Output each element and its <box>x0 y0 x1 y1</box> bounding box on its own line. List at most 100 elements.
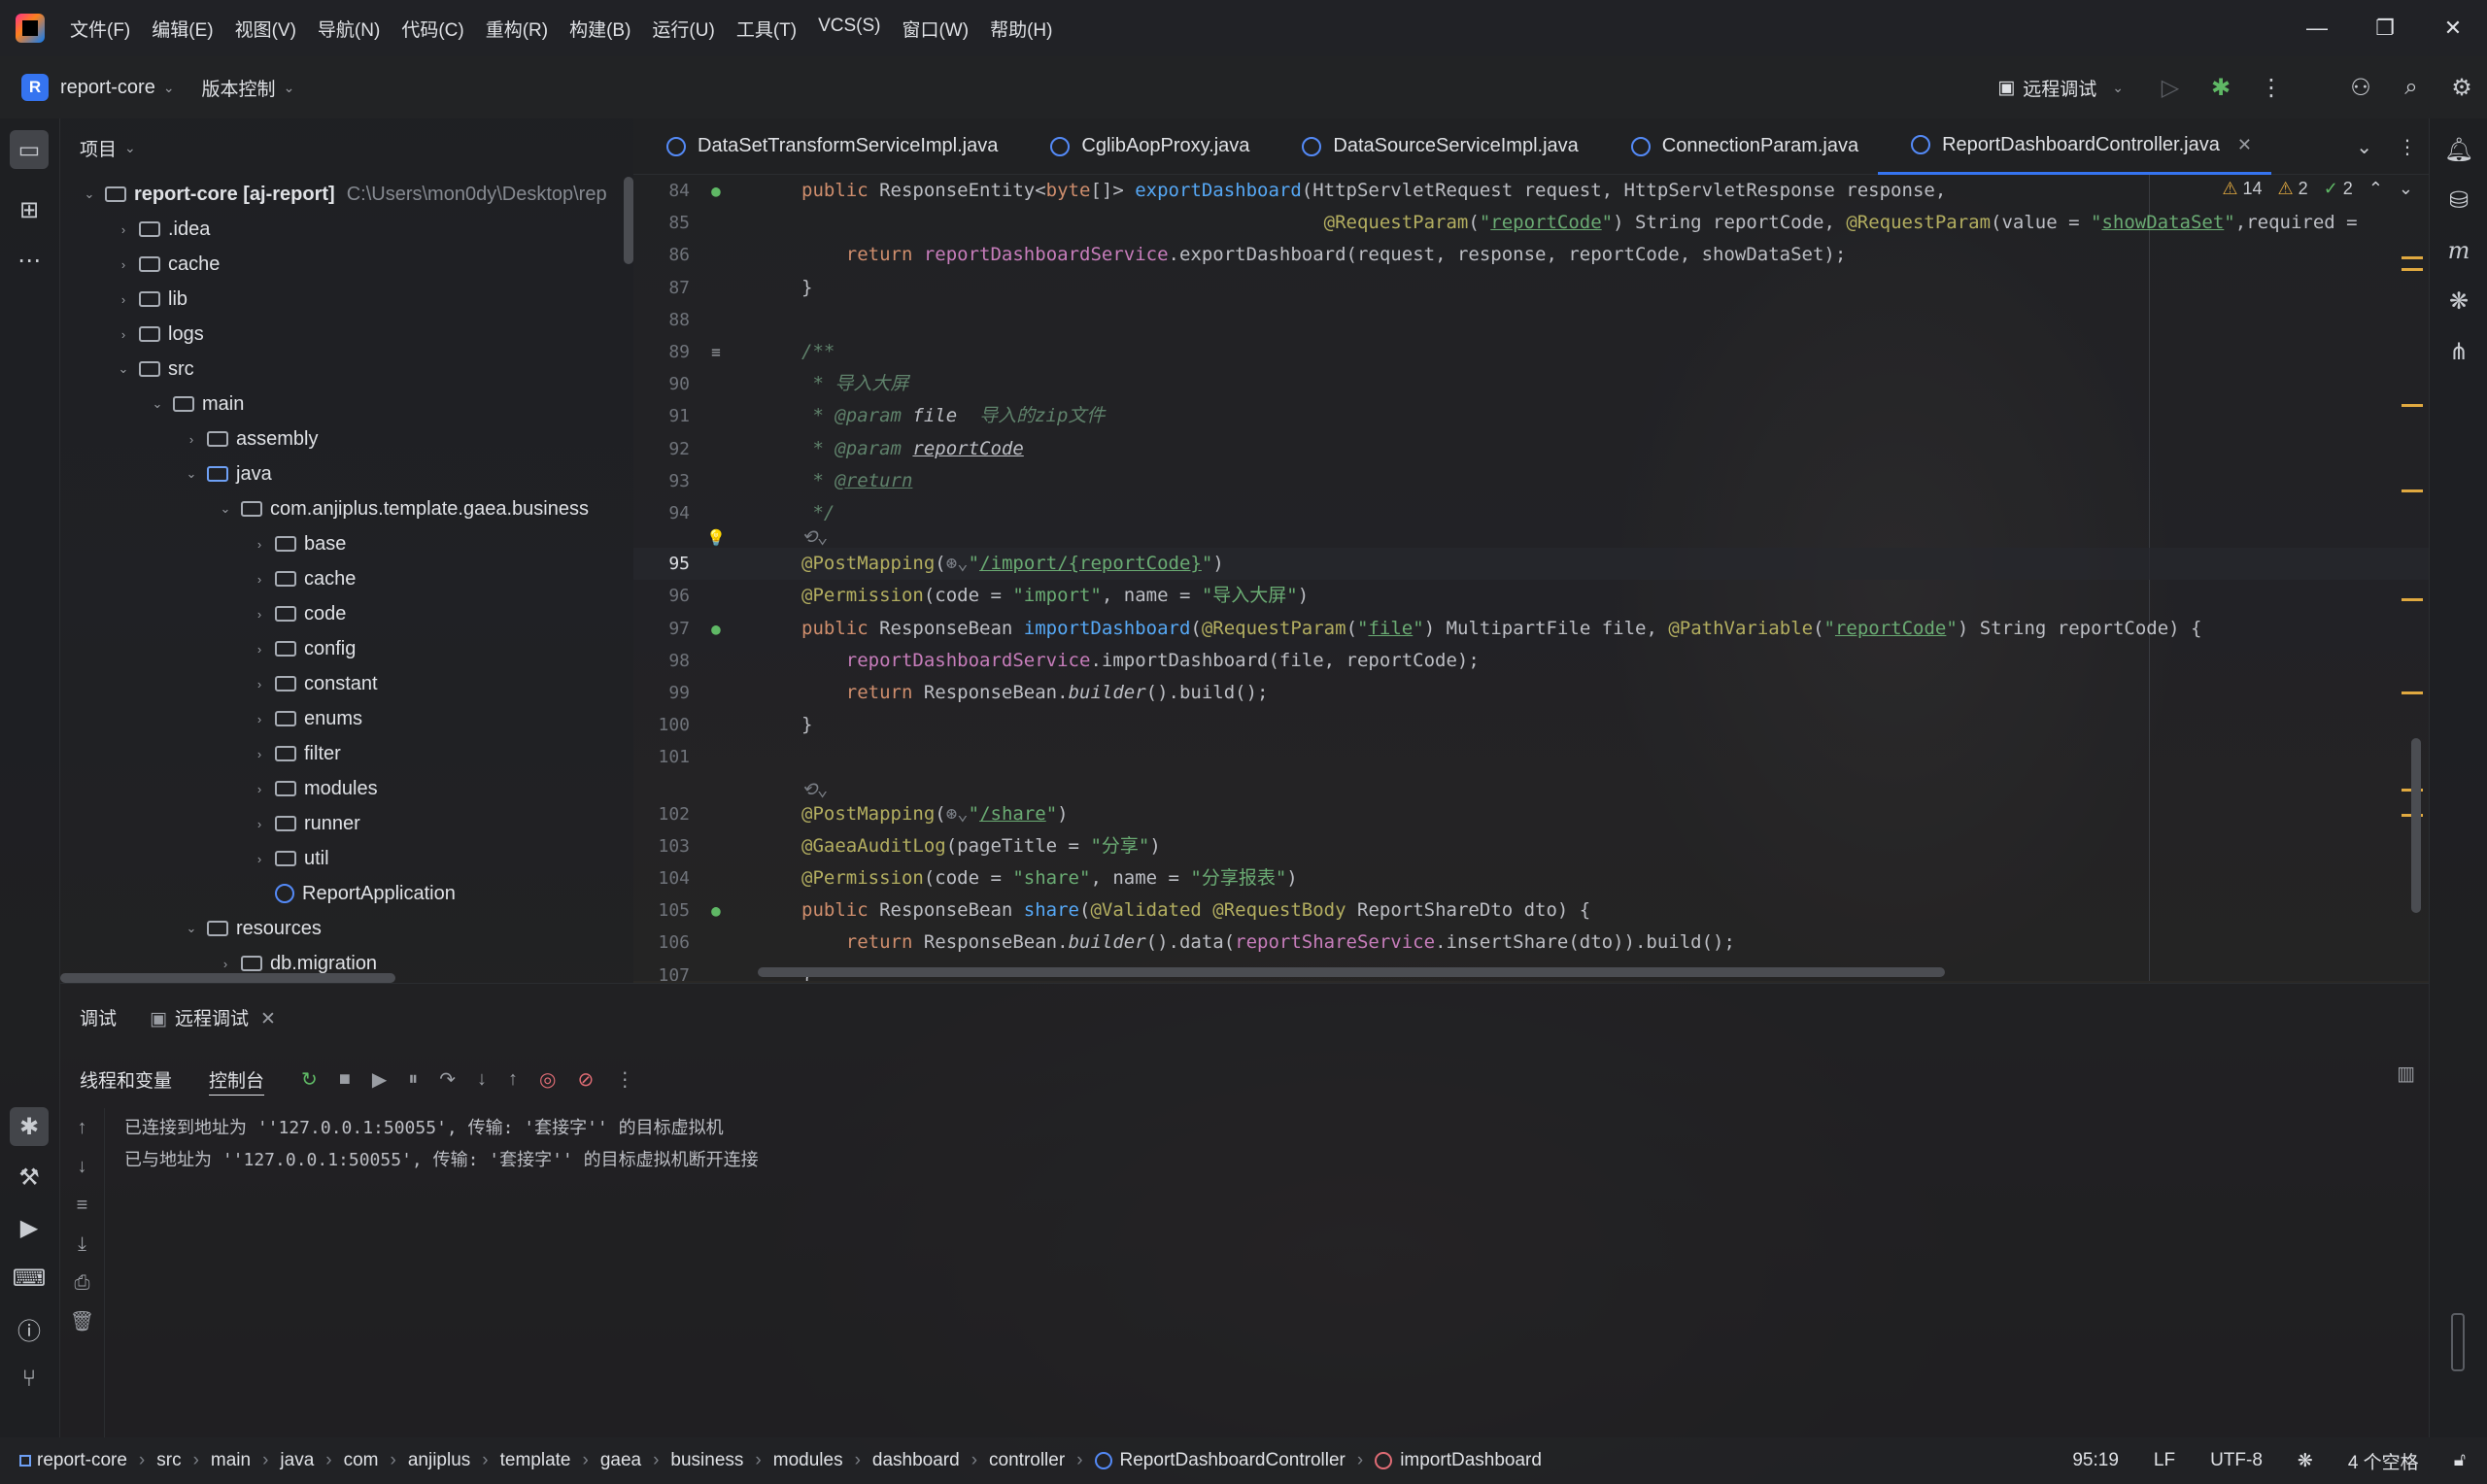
menu-item[interactable]: 工具(T) <box>736 16 797 42</box>
menu-item[interactable]: 重构(R) <box>486 16 548 42</box>
project-panel-header[interactable]: 项目 ⌄ <box>60 118 633 177</box>
menu-item[interactable]: 构建(B) <box>569 16 630 42</box>
line-number[interactable]: 103 <box>633 830 690 862</box>
notifications-bell-icon[interactable]: 🔔︎ <box>2439 130 2478 169</box>
stop-icon[interactable]: ■ <box>339 1068 351 1091</box>
chevron-right-icon[interactable]: › <box>250 782 269 796</box>
tab-more-icon[interactable]: ⋮ <box>2398 135 2417 159</box>
build-hammer-icon[interactable]: ⚒ <box>10 1158 49 1197</box>
error-stripe-mark[interactable] <box>2402 691 2423 694</box>
line-number[interactable]: 93 <box>633 465 690 497</box>
clear-trash-icon[interactable]: 🗑︎ <box>60 1302 104 1341</box>
caret-position[interactable]: 95:19 <box>2072 1450 2119 1471</box>
ai-assistant-icon[interactable]: ❋ <box>2439 282 2478 320</box>
breadcrumb-item[interactable]: main <box>211 1450 251 1471</box>
line-number[interactable]: 100 <box>633 709 690 741</box>
tab-list-chevron-icon[interactable]: ⌄ <box>2356 135 2372 159</box>
chevron-right-icon[interactable]: › <box>250 572 269 587</box>
resume-icon[interactable]: ▶ <box>372 1067 387 1092</box>
chevron-down-icon[interactable]: ⌄ <box>163 80 175 96</box>
line-number[interactable]: 90 <box>633 368 690 400</box>
line-number[interactable]: 107 <box>633 960 690 981</box>
readonly-lock-icon[interactable]: 🔓︎ <box>2454 1450 2466 1471</box>
tree-item[interactable]: ⌄ resources <box>60 911 633 946</box>
chevron-right-icon[interactable]: › <box>114 327 133 342</box>
database-icon[interactable]: ⛁ <box>2439 181 2478 219</box>
line-number[interactable]: 84 <box>633 175 690 207</box>
line-number[interactable]: 85 <box>633 207 690 239</box>
gutter-icon[interactable]: ● <box>703 894 729 927</box>
indent-setting[interactable]: 4 个空格 <box>2348 1448 2419 1474</box>
line-number[interactable]: 86 <box>633 239 690 271</box>
chevron-right-icon[interactable]: › <box>114 222 133 237</box>
breadcrumb-item[interactable]: business <box>670 1450 743 1471</box>
console-tab[interactable]: 控制台 <box>209 1066 264 1093</box>
structure-icon[interactable]: ⊞ <box>10 190 49 229</box>
vcs-selector[interactable]: 版本控制 <box>202 75 276 101</box>
editor-tab[interactable]: DataSourceServiceImpl.java <box>1269 118 1597 175</box>
up-arrow-icon[interactable]: ↑ <box>60 1108 104 1147</box>
tree-item[interactable]: ⌄ main <box>60 387 633 422</box>
threads-variables-tab[interactable]: 线程和变量 <box>80 1066 172 1093</box>
close-tab-icon[interactable]: ✕ <box>2237 135 2252 155</box>
menu-item[interactable]: 代码(C) <box>401 16 463 42</box>
step-out-icon[interactable]: ↑ <box>508 1068 518 1091</box>
line-number[interactable]: 98 <box>633 645 690 677</box>
breadcrumb-item[interactable]: report-core <box>37 1450 127 1471</box>
run-config-selector[interactable]: ▣ 远程调试 ⌄ <box>1997 75 2124 101</box>
breadcrumb-item[interactable]: ReportDashboardController <box>1120 1450 1346 1471</box>
project-horizontal-scrollbar[interactable] <box>60 973 395 983</box>
chevron-right-icon[interactable]: › <box>182 432 201 447</box>
line-number[interactable]: 99 <box>633 677 690 709</box>
line-number[interactable]: 95 <box>633 548 690 580</box>
menu-item[interactable]: 运行(U) <box>652 16 714 42</box>
breadcrumb-item[interactable]: modules <box>773 1450 843 1471</box>
chevron-down-icon[interactable]: ⌄ <box>114 361 133 377</box>
chevron-right-icon[interactable]: › <box>250 712 269 726</box>
menu-item[interactable]: 视图(V) <box>235 16 296 42</box>
tree-item[interactable]: › lib <box>60 282 633 317</box>
hierarchy-icon[interactable]: ⋔ <box>2439 332 2478 371</box>
tree-item[interactable]: ReportApplication <box>60 876 633 911</box>
step-over-icon[interactable]: ↷ <box>439 1067 456 1092</box>
project-selector[interactable]: report-core <box>60 77 155 99</box>
debug-bug-icon[interactable]: ✱ <box>2196 74 2246 102</box>
ai-status-icon[interactable]: ❋ <box>2298 1450 2313 1472</box>
tree-item[interactable]: › enums <box>60 701 633 736</box>
minimize-icon[interactable]: — <box>2283 0 2351 56</box>
line-separator[interactable]: LF <box>2154 1450 2175 1471</box>
run-icon[interactable]: ▷ <box>2145 74 2196 102</box>
chevron-right-icon[interactable]: › <box>216 957 235 971</box>
menu-item[interactable]: 窗口(W) <box>902 16 969 42</box>
error-stripe-mark[interactable] <box>2402 268 2423 271</box>
view-breakpoints-icon[interactable]: ◎ <box>539 1067 556 1092</box>
line-number[interactable]: 106 <box>633 927 690 959</box>
project-vertical-scrollbar[interactable] <box>624 177 633 264</box>
line-number[interactable]: 101 <box>633 741 690 773</box>
mute-breakpoints-icon[interactable]: ⊘ <box>578 1067 595 1092</box>
file-encoding[interactable]: UTF-8 <box>2210 1450 2263 1471</box>
tree-item[interactable]: › filter <box>60 736 633 771</box>
chevron-down-icon[interactable]: ⌄ <box>216 501 235 517</box>
tree-item[interactable]: ⌄ src <box>60 352 633 387</box>
error-stripe-mark[interactable] <box>2402 404 2423 407</box>
line-number[interactable]: 92 <box>633 433 690 465</box>
editor-vertical-scrollbar[interactable] <box>2411 738 2421 913</box>
print-icon[interactable]: ⎙ <box>60 1264 104 1302</box>
problems-icon[interactable]: ⓘ <box>10 1309 49 1348</box>
down-arrow-icon[interactable]: ↓ <box>60 1147 104 1186</box>
line-number[interactable]: 102 <box>633 798 690 830</box>
line-number[interactable]: 88 <box>633 304 690 336</box>
git-branch-icon[interactable]: ⑂ <box>10 1360 49 1399</box>
intellij-logo-icon[interactable] <box>16 14 45 43</box>
chevron-right-icon[interactable]: › <box>250 817 269 831</box>
breadcrumb-item[interactable]: gaea <box>600 1450 641 1471</box>
rerun-icon[interactable]: ↻ <box>301 1067 318 1092</box>
breadcrumb-item[interactable]: importDashboard <box>1400 1450 1542 1471</box>
tree-item[interactable]: ⌄ report-core [aj-report] C:\Users\mon0dy\… <box>60 177 633 212</box>
breadcrumb-item[interactable]: java <box>280 1450 314 1471</box>
line-number[interactable]: 96 <box>633 580 690 612</box>
editor-tab[interactable]: DataSetTransformServiceImpl.java <box>633 118 1017 175</box>
error-stripe-mark[interactable] <box>2402 256 2423 259</box>
close-tab-icon[interactable]: ✕ <box>260 1009 276 1029</box>
